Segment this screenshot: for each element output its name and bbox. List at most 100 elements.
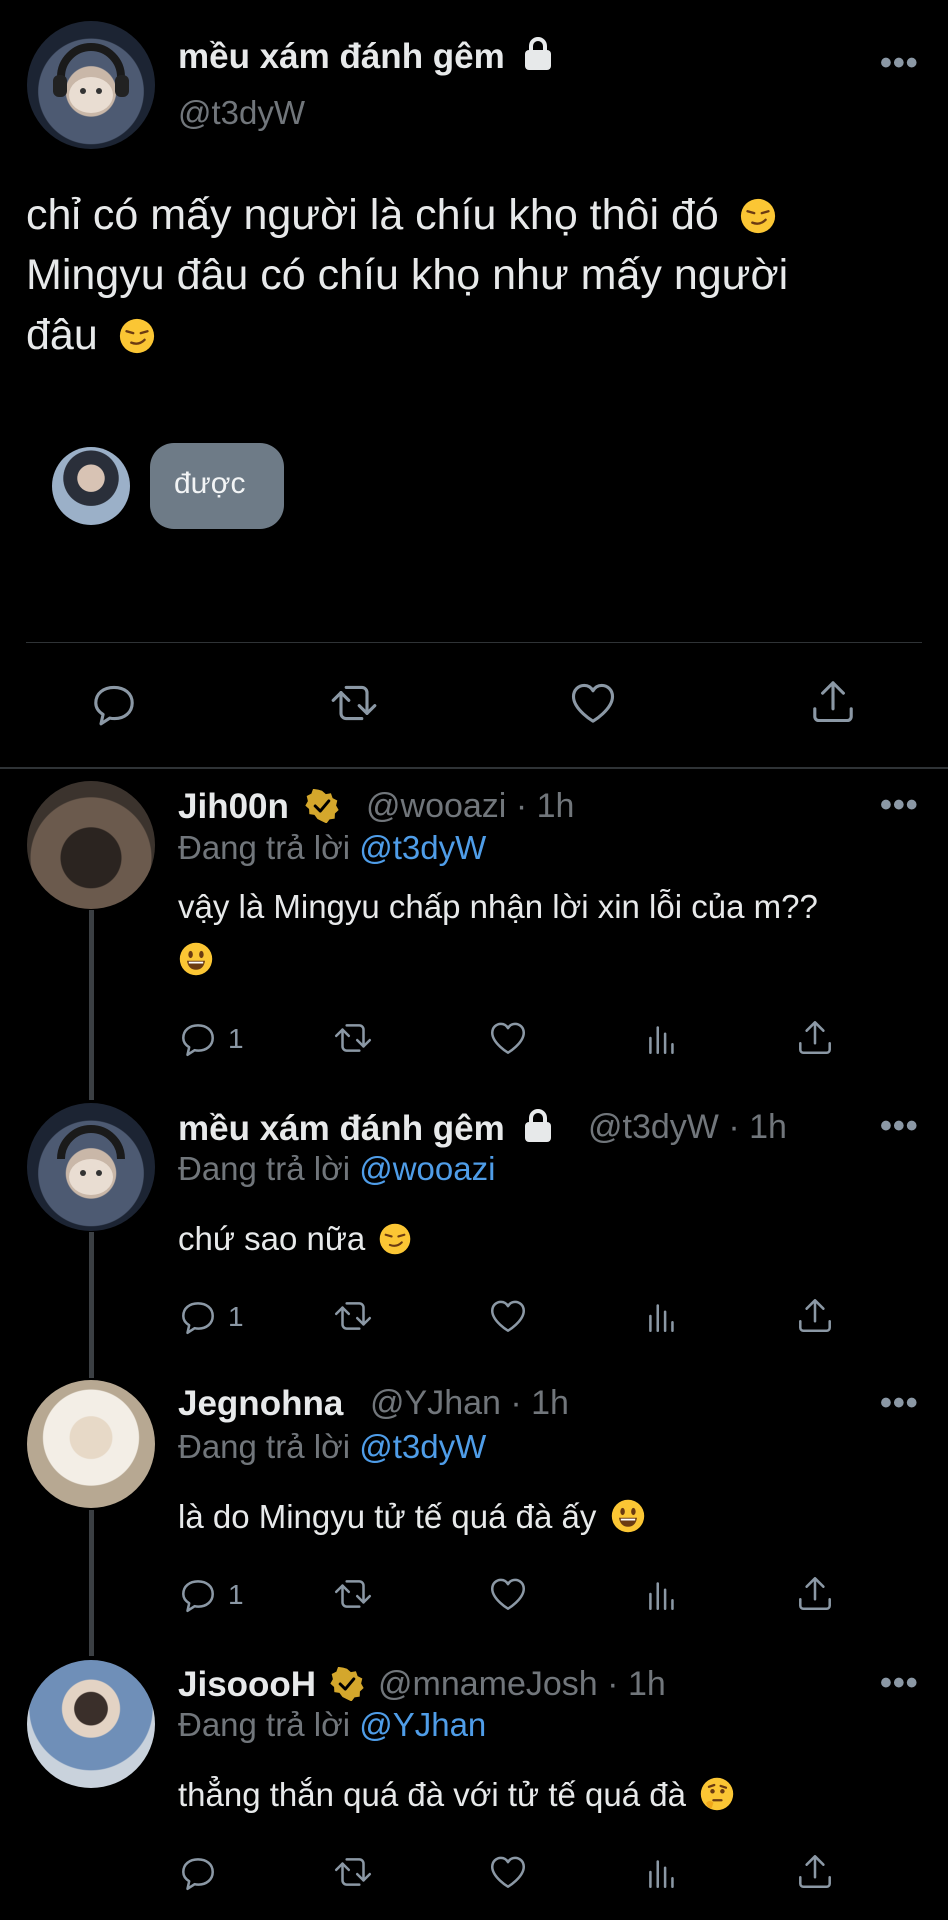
reply-count: 1 (228, 1023, 244, 1054)
heart-icon[interactable] (486, 1573, 530, 1615)
reply-time: · 1h (515, 787, 575, 825)
lock-icon (521, 1108, 555, 1144)
replying-to: Đang trả lời @t3dyW (178, 1428, 486, 1466)
tweet-text-line-2: Mingyu đâu có chíu khọ như mấy người (26, 251, 789, 299)
reply-avatar[interactable] (27, 1380, 155, 1508)
replying-to-handle[interactable]: @YJhan (359, 1706, 486, 1743)
more-dots-icon[interactable]: ••• (880, 44, 919, 83)
reply-text: chứ sao nữa (178, 1220, 412, 1258)
thread-line (89, 1232, 94, 1378)
grinning-emoji-icon (611, 1499, 644, 1533)
quoted-message-text: được (174, 467, 246, 500)
smirk-emoji-icon (380, 1223, 411, 1255)
author-avatar[interactable] (27, 21, 155, 149)
replying-to-label: Đang trả lời (178, 1428, 351, 1465)
author-name[interactable]: mều xám đánh gêm (178, 36, 555, 77)
reply-author-name[interactable]: mều xám đánh gêm (178, 1108, 555, 1149)
more-dots-icon[interactable]: ••• (880, 1384, 919, 1423)
divider (26, 642, 922, 643)
heart-icon[interactable] (486, 1017, 530, 1059)
quoted-message-bubble[interactable]: được (150, 443, 284, 529)
reply-avatar[interactable] (27, 1660, 155, 1788)
tweet-text: chỉ có mấy người là chíu khọ thôi đó Min… (26, 185, 926, 365)
reply-time: · 1h (510, 1384, 569, 1422)
reply-author-name-text: Jegnohna (178, 1384, 344, 1423)
grinning-emoji-icon (179, 942, 213, 976)
verified-badge-icon (304, 789, 339, 823)
reply-text: là do Mingyu tử tế quá đà ấy (178, 1498, 646, 1536)
reply-author-name[interactable]: Jih00n (178, 787, 339, 827)
replying-to-handle[interactable]: @t3dyW (359, 829, 486, 866)
reply-time: · 1h (607, 1665, 666, 1703)
reply-handle[interactable]: @YJhan (370, 1384, 501, 1422)
retweet-icon[interactable] (330, 1851, 376, 1893)
tweet-text-line-3: đâu (26, 311, 98, 359)
thinking-emoji-icon (700, 1777, 734, 1811)
replying-to-handle[interactable]: @t3dyW (359, 1428, 486, 1465)
views-icon[interactable] (642, 1573, 684, 1615)
replying-to-label: Đang trả lời (178, 829, 351, 866)
lock-icon (521, 36, 555, 72)
replying-to: Đang trả lời @wooazi (178, 1150, 495, 1188)
reply-author-name-text: Jih00n (178, 787, 289, 826)
reply-author-name-text: mều xám đánh gêm (178, 1109, 505, 1148)
reply-author-name-text: JisoooH (178, 1665, 317, 1704)
verified-badge-icon (330, 1667, 364, 1701)
replying-to-label: Đang trả lời (178, 1706, 351, 1743)
tweet-text-line-1: chỉ có mấy người là chíu khọ thôi đó (26, 191, 719, 239)
reply-text-content: là do Mingyu tử tế quá đà ấy (178, 1498, 597, 1535)
views-icon[interactable] (642, 1851, 684, 1893)
reply-icon[interactable] (177, 1017, 219, 1059)
reply-time: · 1h (728, 1108, 787, 1146)
smirk-emoji-icon (740, 198, 775, 234)
reply-avatar[interactable] (27, 781, 155, 909)
more-dots-icon[interactable]: ••• (880, 1107, 919, 1146)
section-separator (0, 767, 948, 769)
reply-icon[interactable] (88, 677, 140, 729)
retweet-icon[interactable] (326, 677, 382, 729)
replying-to: Đang trả lời @t3dyW (178, 829, 486, 867)
reply-text-content: chứ sao nữa (178, 1220, 366, 1257)
author-handle[interactable]: @t3dyW (178, 94, 305, 132)
smirk-emoji-icon (119, 318, 154, 354)
more-dots-icon[interactable]: ••• (880, 786, 919, 825)
reply-avatar[interactable] (27, 1103, 155, 1231)
reply-author-name[interactable]: JisoooH (178, 1665, 364, 1705)
heart-icon[interactable] (566, 677, 620, 729)
reply-handle-time: @mnameJosh · 1h (378, 1665, 666, 1704)
share-icon[interactable] (794, 1850, 836, 1892)
reply-text-content: thẳng thắn quá đà với tử tế quá đà (178, 1776, 686, 1813)
replying-to-label: Đang trả lời (178, 1150, 351, 1187)
reply-icon[interactable] (177, 1573, 219, 1615)
reply-count: 1 (228, 1301, 244, 1332)
retweet-icon[interactable] (330, 1573, 376, 1615)
reply-handle[interactable]: @t3dyW (588, 1108, 719, 1146)
views-icon[interactable] (642, 1295, 684, 1337)
reply-text: thẳng thắn quá đà với tử tế quá đà (178, 1776, 735, 1814)
avatar-cat-art (53, 43, 129, 113)
share-icon[interactable] (807, 675, 859, 727)
reply-handle[interactable]: @mnameJosh (378, 1665, 598, 1703)
retweet-icon[interactable] (330, 1295, 376, 1337)
more-dots-icon[interactable]: ••• (880, 1664, 919, 1703)
reply-handle-time: @t3dyW · 1h (588, 1108, 787, 1147)
reply-icon[interactable] (177, 1295, 219, 1337)
replying-to: Đang trả lời @YJhan (178, 1706, 486, 1744)
reply-text: vậy là Mingyu chấp nhận lời xin lỗi của … (178, 888, 818, 925)
reply-count: 1 (228, 1579, 244, 1610)
reply-handle-time: @YJhan · 1h (370, 1384, 569, 1423)
share-icon[interactable] (794, 1016, 836, 1058)
heart-icon[interactable] (486, 1295, 530, 1337)
views-icon[interactable] (642, 1017, 684, 1059)
quoted-image-avatar[interactable] (52, 447, 130, 525)
reply-author-name[interactable]: Jegnohna (178, 1384, 343, 1424)
thread-line (89, 910, 94, 1100)
replying-to-handle[interactable]: @wooazi (359, 1150, 495, 1187)
share-icon[interactable] (794, 1294, 836, 1336)
share-icon[interactable] (794, 1572, 836, 1614)
reply-handle[interactable]: @wooazi (366, 787, 506, 825)
retweet-icon[interactable] (330, 1017, 376, 1059)
reply-icon[interactable] (177, 1851, 219, 1893)
heart-icon[interactable] (486, 1851, 530, 1893)
avatar-cat-art (57, 1125, 125, 1195)
